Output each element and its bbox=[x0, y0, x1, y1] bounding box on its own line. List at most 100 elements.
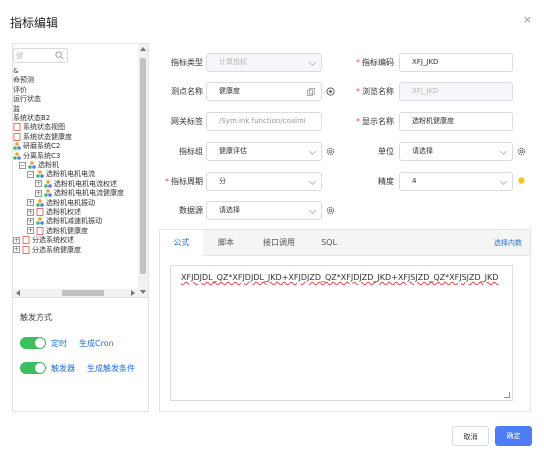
tree-item-label: 系统状态B2 bbox=[13, 114, 51, 122]
tab-formula[interactable]: 公式 bbox=[160, 230, 203, 257]
chevron-down-icon bbox=[499, 147, 508, 156]
indicator-tree-panel: 键 & 命预测 评价 运行状态监系统状态B2 系统状态视图 系统状态健康度 研磨系统C2 分离… bbox=[12, 43, 149, 298]
settings-gear-icon[interactable] bbox=[517, 147, 526, 156]
ok-button[interactable]: 确定 bbox=[495, 426, 532, 446]
tree-search-input[interactable]: 键 bbox=[13, 48, 68, 63]
expand-icon[interactable]: + bbox=[27, 227, 34, 235]
chevron-down-icon bbox=[308, 177, 317, 186]
expand-icon[interactable]: + bbox=[27, 217, 34, 225]
indicator-code-input[interactable]: XFJ_JKD bbox=[399, 53, 513, 72]
precision-label: 精度 bbox=[378, 177, 394, 186]
tree-item-label: 研磨系统C2 bbox=[23, 142, 61, 151]
expand-icon[interactable]: + bbox=[13, 246, 20, 254]
trigger-title: 触发方式 bbox=[20, 313, 52, 322]
tree-item-label: 分选系统健康度 bbox=[32, 245, 81, 254]
tab-sql[interactable]: SQL bbox=[312, 230, 346, 256]
generate-trigger-link[interactable]: 生成触发条件 bbox=[87, 363, 135, 374]
dialog-title: 指标编辑 bbox=[10, 16, 59, 30]
tree-item-label: 选粉机减速机振动 bbox=[46, 217, 102, 226]
tree-horizontal-scrollbar[interactable] bbox=[13, 289, 138, 297]
tree-item-label: 选粉机健康度 bbox=[46, 226, 88, 235]
cancel-button[interactable]: 取消 bbox=[452, 426, 489, 446]
scroll-up-icon[interactable] bbox=[140, 47, 146, 51]
datasource-select[interactable]: 请选择 bbox=[206, 201, 322, 220]
expand-icon[interactable]: + bbox=[27, 208, 34, 216]
editor-tabs: 公式 脚本 接口调用 SQL 选择内数 bbox=[160, 230, 530, 257]
tab-api-call[interactable]: 接口调用 bbox=[254, 230, 304, 256]
doc-icon bbox=[22, 236, 30, 245]
indicator-code-label: * 指标编码 bbox=[356, 58, 394, 67]
trigger-switch[interactable] bbox=[20, 362, 46, 374]
unit-label: 单位 bbox=[378, 147, 394, 156]
indicator-group-select[interactable]: 健康评估 bbox=[206, 142, 322, 161]
resize-handle-icon[interactable] bbox=[504, 392, 510, 398]
indicator-type-select[interactable]: 计算指标 bbox=[206, 53, 322, 72]
indicator-type-label: 指标类型 bbox=[171, 58, 203, 67]
tree-item-label: 运行状态 bbox=[13, 95, 41, 104]
trigger-panel: 触发方式 定时 生成Cron 触发器 生成触发条件 bbox=[12, 298, 149, 412]
cluster-icon bbox=[44, 189, 52, 197]
search-icon[interactable] bbox=[55, 51, 64, 60]
datasource-label: 数据源 bbox=[179, 206, 203, 215]
tree-item[interactable]: + 分选系统健康度 bbox=[13, 245, 81, 255]
timer-label: 定时 bbox=[51, 339, 67, 348]
settings-gear-icon[interactable] bbox=[326, 206, 335, 215]
tab-script[interactable]: 脚本 bbox=[206, 230, 246, 256]
tree-vertical-scrollbar[interactable] bbox=[138, 44, 148, 297]
timer-switch[interactable] bbox=[20, 337, 46, 349]
close-icon[interactable]: × bbox=[523, 14, 532, 25]
period-label: * 指标周期 bbox=[165, 177, 203, 186]
expand-icon[interactable]: + bbox=[27, 199, 34, 207]
tree-item-label: 命预测 bbox=[13, 76, 34, 85]
expand-icon[interactable]: + bbox=[35, 189, 42, 197]
copy-icon[interactable] bbox=[307, 88, 315, 96]
chevron-down-icon bbox=[308, 147, 317, 156]
select-content-link[interactable]: 选择内数 bbox=[494, 238, 522, 248]
browse-name-label: * 浏览名称 bbox=[356, 87, 394, 96]
settings-gear-icon[interactable] bbox=[326, 147, 335, 156]
cluster-icon bbox=[44, 179, 52, 188]
trigger-label: 触发器 bbox=[51, 364, 75, 373]
period-select[interactable]: 分 bbox=[206, 172, 322, 191]
point-name-label: 测点名称 bbox=[171, 87, 203, 96]
display-name-label: * 显示名称 bbox=[356, 117, 394, 126]
cluster-icon bbox=[36, 198, 44, 207]
point-name-input[interactable]: 健康度 bbox=[206, 82, 322, 101]
tree-item-label: 选粉机电机电流权述 bbox=[54, 179, 117, 188]
tree-item-label: 选粉机权述 bbox=[46, 208, 81, 216]
tree-item-label: 选粉机电机电流 bbox=[46, 170, 95, 179]
cluster-icon bbox=[36, 170, 44, 179]
display-name-input[interactable]: 选粉机健康度 bbox=[399, 112, 513, 131]
tree-item-label: 选粉机 bbox=[38, 161, 59, 169]
browse-name-input[interactable]: XFJ_JKD bbox=[399, 82, 513, 101]
precision-select[interactable]: 4 bbox=[399, 172, 513, 191]
target-icon[interactable] bbox=[326, 87, 335, 96]
gateway-tag-label: 网关标签 bbox=[171, 117, 203, 126]
cluster-icon bbox=[13, 151, 21, 160]
expression-editor: 公式 脚本 接口调用 SQL 选择内数 XFJDJDL_QZ*XFJDJDL_J… bbox=[159, 229, 531, 412]
formula-textarea[interactable]: XFJDJDL_QZ*XFJDJDL_JKD+XFJDJZD_QZ*XFJDJZ… bbox=[170, 265, 513, 401]
expand-icon[interactable]: + bbox=[35, 180, 42, 188]
tree-item-label: 监 bbox=[13, 104, 20, 113]
lightbulb-icon[interactable] bbox=[517, 176, 526, 185]
scroll-right-icon[interactable] bbox=[131, 290, 135, 296]
generate-cron-link[interactable]: 生成Cron bbox=[79, 338, 114, 349]
indicator-edit-dialog: 指标编辑 × 键 & 命预测 评价 运行状态监系统状态B2 系统状态视图 系统状态健康度研… bbox=[0, 0, 544, 454]
scroll-thumb-horizontal[interactable] bbox=[62, 290, 104, 296]
expand-icon[interactable]: + bbox=[13, 236, 20, 244]
doc-icon bbox=[13, 132, 21, 141]
tree-item-label: 系统状态视图 bbox=[23, 123, 65, 132]
scroll-down-icon[interactable] bbox=[140, 290, 146, 294]
scroll-left-icon[interactable] bbox=[16, 290, 20, 296]
doc-icon bbox=[22, 245, 30, 254]
tree-item-label: 选粉机电机振动 bbox=[46, 198, 95, 207]
doc-icon bbox=[36, 208, 44, 216]
chevron-down-icon bbox=[499, 177, 508, 186]
tree-item-label: 选粉机电机电流健康度 bbox=[54, 189, 124, 198]
gateway-tag-input[interactable]: /Sym.ink function/coalmi bbox=[206, 112, 322, 131]
scroll-thumb[interactable] bbox=[140, 58, 146, 274]
collapse-icon[interactable]: − bbox=[27, 170, 34, 178]
unit-select[interactable]: 请选择 bbox=[399, 142, 513, 161]
tree-search-placeholder: 键 bbox=[16, 52, 23, 60]
collapse-icon[interactable]: − bbox=[19, 161, 26, 169]
